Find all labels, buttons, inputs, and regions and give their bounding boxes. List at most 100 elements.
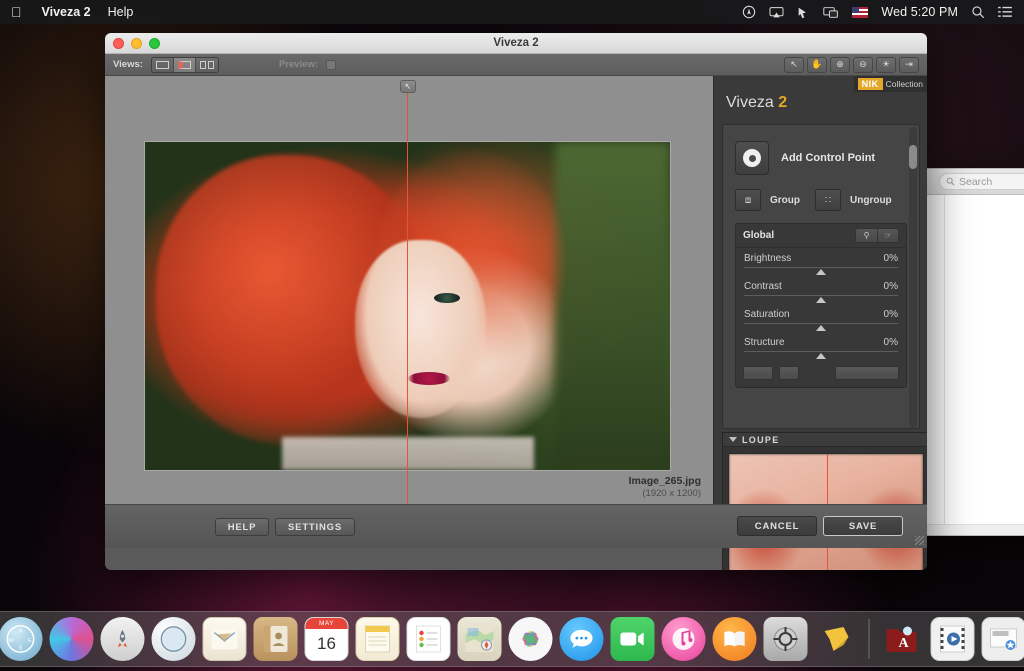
dock-item-notes[interactable] <box>355 617 400 661</box>
loupe-panel[interactable]: LOUPE ✋ <box>722 432 927 570</box>
dock-item-image-document[interactable] <box>981 617 1024 661</box>
global-card-title: Global <box>743 230 775 241</box>
reset-button[interactable] <box>743 366 773 380</box>
airplay-icon[interactable] <box>769 6 784 19</box>
slider-structure[interactable]: Structure 0% <box>736 332 906 360</box>
help-button[interactable]: HELP <box>215 518 269 536</box>
group-icon[interactable]: ⧈ <box>735 189 761 211</box>
split-handle-icon[interactable]: ↖ <box>400 80 416 93</box>
brightness-tool-icon[interactable]: ☀ <box>876 56 896 73</box>
circle-a-icon[interactable] <box>742 5 756 19</box>
hand-icon[interactable]: ☞ <box>877 228 899 243</box>
apple-icon[interactable]:  <box>8 5 25 19</box>
loupe-header[interactable]: LOUPE <box>723 433 927 447</box>
image-canvas[interactable]: ↖ Image_265.jpg (1920 x 1200) <box>105 76 713 548</box>
cursor-icon[interactable] <box>797 6 810 19</box>
slider-thumb[interactable] <box>816 353 826 359</box>
dock-item-maps[interactable] <box>457 617 502 661</box>
menu-app-name[interactable]: Viveza 2 <box>42 5 91 19</box>
tool-buttons[interactable]: ↖ ✋ ⊕ ⊖ ☀ ⇥ <box>784 56 919 73</box>
slider-label: Brightness <box>744 253 792 264</box>
dock-item-mail[interactable] <box>202 617 247 661</box>
slider-track[interactable] <box>744 267 898 276</box>
dock-item-safari[interactable] <box>151 617 196 661</box>
cancel-button[interactable]: CANCEL <box>737 516 817 536</box>
nik-mark: NIK <box>857 78 883 90</box>
settings-button[interactable]: SETTINGS <box>275 518 355 536</box>
slider-saturation[interactable]: Saturation 0% <box>736 304 906 332</box>
dock-item-contacts[interactable] <box>253 617 298 661</box>
split-preview-divider[interactable] <box>407 90 408 548</box>
dock-item-ibooks[interactable] <box>712 617 757 661</box>
eyedropper-icon[interactable]: ⚲ <box>855 228 877 243</box>
add-control-point-row[interactable]: Add Control Point <box>723 125 919 175</box>
dock[interactable]: NSWE MAY 16 A <box>0 611 1024 667</box>
slider-brightness[interactable]: Brightness 0% <box>736 248 906 276</box>
views-label: Views: <box>113 59 143 70</box>
global-card-footer[interactable] <box>736 360 906 387</box>
slider-thumb[interactable] <box>816 325 826 331</box>
image-file-name: Image_265.jpg <box>628 475 701 487</box>
dock-item-calendar[interactable]: MAY 16 <box>304 617 349 661</box>
dock-item-acrobat-folder[interactable]: A <box>880 617 924 661</box>
save-button[interactable]: SAVE <box>823 516 903 536</box>
flag-icon[interactable] <box>852 6 869 18</box>
dock-item-itunes[interactable] <box>661 617 706 661</box>
dock-item-siri[interactable] <box>49 617 94 661</box>
menu-bar[interactable]:  Viveza 2 Help Wed 5:20 PM <box>0 0 1024 24</box>
panel-scrollbar[interactable] <box>909 127 917 428</box>
slider-track[interactable] <box>744 323 898 332</box>
slider-track[interactable] <box>744 295 898 304</box>
resize-grip[interactable] <box>915 536 924 545</box>
dock-item-compass-app[interactable]: N SW E <box>0 617 43 661</box>
dock-item-nik-collection[interactable] <box>815 617 859 661</box>
more-button[interactable] <box>779 366 799 380</box>
compare-tool-icon[interactable]: ⇥ <box>899 56 919 73</box>
finder-search-field[interactable]: Search <box>939 173 1024 190</box>
viveza-titlebar[interactable]: Viveza 2 <box>105 33 927 54</box>
view-mode-segmented-control[interactable] <box>150 56 219 73</box>
slider-thumb[interactable] <box>816 297 826 303</box>
pan-tool-icon[interactable]: ✋ <box>807 56 827 73</box>
dock-item-facetime[interactable] <box>610 617 655 661</box>
photo-background-foliage <box>554 142 670 470</box>
menu-item-help[interactable]: Help <box>108 5 134 19</box>
brand-name: Viveza <box>726 94 774 111</box>
slider-thumb[interactable] <box>816 269 826 275</box>
control-point-icon[interactable] <box>735 141 769 175</box>
brand-version: 2 <box>778 94 788 111</box>
svg-text:A: A <box>899 636 910 651</box>
zoom-in-tool-icon[interactable]: ⊕ <box>830 56 850 73</box>
global-card-icons[interactable]: ⚲ ☞ <box>855 228 899 243</box>
adjustments-panel: NIK Collection Viveza 2 Add Control Poin… <box>713 76 927 570</box>
panel-scroll-area[interactable]: Add Control Point ⧈ Group ∷ Ungroup Glob… <box>722 124 920 429</box>
view-mode-single[interactable] <box>151 57 174 72</box>
dock-item-photos[interactable] <box>508 617 553 661</box>
list-icon[interactable] <box>998 6 1012 18</box>
ungroup-icon[interactable]: ∷ <box>815 189 841 211</box>
view-mode-side-by-side[interactable] <box>195 57 218 72</box>
dock-item-quicktime-document[interactable] <box>930 617 975 661</box>
zoom-out-tool-icon[interactable]: ⊖ <box>853 56 873 73</box>
slider-contrast[interactable]: Contrast 0% <box>736 276 906 304</box>
desktop-screen: Search 7.jpg 2.jpg 7.jpg 2.jpg <box>0 0 1024 671</box>
viveza-window[interactable]: Viveza 2 Views: Preview: ↖ ✋ ⊕ ⊖ ☀ ⇥ ↖ I… <box>105 33 927 570</box>
dock-item-launchpad[interactable] <box>100 617 145 661</box>
pointer-tool-icon[interactable]: ↖ <box>784 56 804 73</box>
advanced-button[interactable] <box>835 366 899 380</box>
slider-label: Saturation <box>744 309 790 320</box>
viveza-toolbar[interactable]: Views: Preview: ↖ ✋ ⊕ ⊖ ☀ ⇥ <box>105 54 927 76</box>
slider-track[interactable] <box>744 351 898 360</box>
dock-item-system-preferences[interactable] <box>763 617 808 661</box>
display-icon[interactable] <box>823 6 839 19</box>
dock-item-reminders[interactable] <box>406 617 451 661</box>
group-controls-row[interactable]: ⧈ Group ∷ Ungroup <box>723 175 919 211</box>
global-card-header: Global ⚲ ☞ <box>736 224 906 248</box>
triangle-down-icon[interactable] <box>729 437 737 442</box>
finder-search-placeholder: Search <box>959 175 993 188</box>
preview-checkbox[interactable] <box>326 59 337 70</box>
menu-clock[interactable]: Wed 5:20 PM <box>881 5 958 19</box>
search-icon[interactable] <box>971 5 985 19</box>
dock-item-messages[interactable] <box>559 617 604 661</box>
view-mode-split[interactable] <box>173 57 196 72</box>
